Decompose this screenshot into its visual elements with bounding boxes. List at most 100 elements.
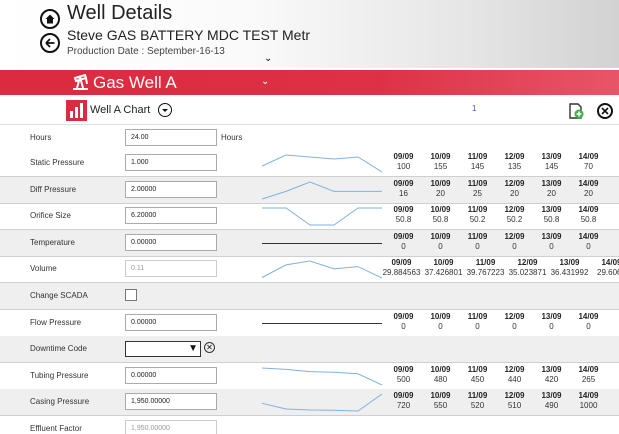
history-cell: 10/09 480 [422,365,459,384]
history-value: 135 [507,162,522,171]
history-date: 10/09 [430,311,451,321]
page-indicator: 1 [472,104,477,113]
history-cell: 10/09 50.8 [422,205,459,224]
history-value: 50.8 [395,215,412,225]
history-cell: 13/09 490 [533,391,570,410]
value-input[interactable]: 0.00000 [125,366,217,384]
history-cell: 13/09 50.8 [533,205,570,224]
field-label: Tubing Pressure [30,370,89,380]
history-value: 155 [433,162,448,171]
history-cell: 09/09 0 [385,232,422,251]
chevron-down-icon[interactable] [158,103,172,117]
history-date: 10/09 [430,178,451,188]
value-input[interactable]: 0.00000 [125,233,217,251]
history-cell: 11/09 50.2 [459,205,496,224]
history-date: 09/09 [393,391,414,401]
well-name: Gas Well A [93,73,177,92]
history-cell: 13/09 20 [533,179,570,198]
production-date[interactable]: Production Date : September-16-13 [67,46,225,57]
checkbox[interactable] [125,289,137,301]
well-selector[interactable]: Gas Well A ⌄ [0,70,619,95]
chart-toolbar: Well A Chart 1 [0,97,619,125]
header: Well Details Steve GAS BATTERY MDC TEST … [0,0,619,68]
field-row: Downtime Code ▼ ✕ [0,336,619,364]
history-cell: 11/09 450 [459,365,496,384]
history-value: 520 [470,401,485,411]
hours-input[interactable]: 24.00 [125,129,217,146]
history-cell: 09/09 50.8 [385,205,422,224]
value-input[interactable]: 1.000 [125,154,217,171]
history-value: 490 [544,401,559,411]
history-value: 20 [510,188,519,198]
history-value: 29.6063 [597,268,619,278]
history-value: 29.884563 [382,268,421,278]
field-label: Temperature [30,237,75,247]
history-value: 1000 [579,401,598,411]
home-icon[interactable] [40,9,60,29]
history-cell: 14/09 265 [570,365,607,384]
sparkline-line [261,154,383,173]
value-input[interactable]: 2.00000 [125,180,217,198]
history-date: 13/09 [541,205,562,215]
field-label: Casing Pressure [30,397,90,407]
history-value: 450 [470,374,485,384]
value-input[interactable]: 0.00000 [125,313,217,331]
history-cell: 14/09 0 [570,312,607,331]
history-cell: 12/09 440 [496,365,533,384]
history-value: 20 [436,188,445,198]
value-input[interactable]: 0.11 [125,260,217,278]
history-value: 0 [549,321,554,331]
history-grid: 09/09 29.884563 10/09 37.426801 11/09 39.7672… [380,256,619,283]
add-document-icon[interactable] [568,103,584,119]
history-value: 20 [547,188,556,198]
history-date: 11/09 [467,391,488,401]
sparkline [262,242,382,244]
history-grid: 09/09 0 10/09 0 11/09 0 12/09 0 13/09 0 14/09 0 [385,310,619,337]
history-value: 50.2 [506,215,523,225]
history-value: 37.426801 [424,268,463,278]
history-date: 09/09 [393,152,414,161]
history-value: 25 [473,188,482,198]
history-date: 12/09 [504,152,525,161]
sparkline [261,367,383,386]
history-value: 0 [586,321,591,331]
close-icon[interactable] [597,103,613,119]
history-date: 13/09 [559,258,580,268]
sparkline [262,207,382,226]
chevron-down-icon[interactable]: ⌄ [264,53,272,64]
sparkline-line [261,181,382,200]
history-date: 10/09 [430,152,451,161]
chevron-down-icon: ▼ [188,343,198,355]
field-label: Orifice Size [30,211,71,221]
history-date: 13/09 [541,231,562,241]
history-date: 09/09 [393,205,414,215]
back-arrow-icon[interactable] [40,33,60,53]
history-grid: 09/09 720 10/09 550 11/09 520 12/09 510 13/09 490… [385,389,619,416]
history-cell: 10/09 20 [422,179,459,198]
pump-jack-icon [73,74,88,90]
history-date: 10/09 [433,258,454,268]
value-input[interactable]: 6.20000 [125,207,217,225]
field-row: Effluent Factor 1,950.00000 [0,416,619,434]
history-date: 14/09 [601,258,619,268]
history-cell: 12/09 50.2 [496,205,533,224]
history-grid: 09/09 500 10/09 480 11/09 450 12/09 440 13/09 420… [385,363,619,390]
chevron-down-icon[interactable]: ⌄ [261,76,269,87]
clear-icon[interactable]: ✕ [204,342,215,354]
history-cell: 10/09 37.426801 [422,258,465,277]
history-cell: 12/09 35.023871 [506,258,549,277]
history-cell: 12/09 0 [496,312,533,331]
history-date: 13/09 [541,311,562,321]
history-cell: 12/09 20 [496,179,533,198]
chart-label[interactable]: Well A Chart [90,104,150,116]
history-value: 36.431992 [550,268,589,278]
downtime-code-select[interactable]: ▼ [125,341,201,358]
history-value: 720 [396,401,411,411]
sparkline-line [261,367,383,386]
value-input[interactable]: 1,950.00000 [125,393,217,411]
value-input[interactable]: 1,950.00000 [125,420,217,434]
history-date: 12/09 [504,178,525,188]
history-date: 14/09 [578,364,599,374]
history-cell: 11/09 0 [459,232,496,251]
sparkline [262,322,382,324]
